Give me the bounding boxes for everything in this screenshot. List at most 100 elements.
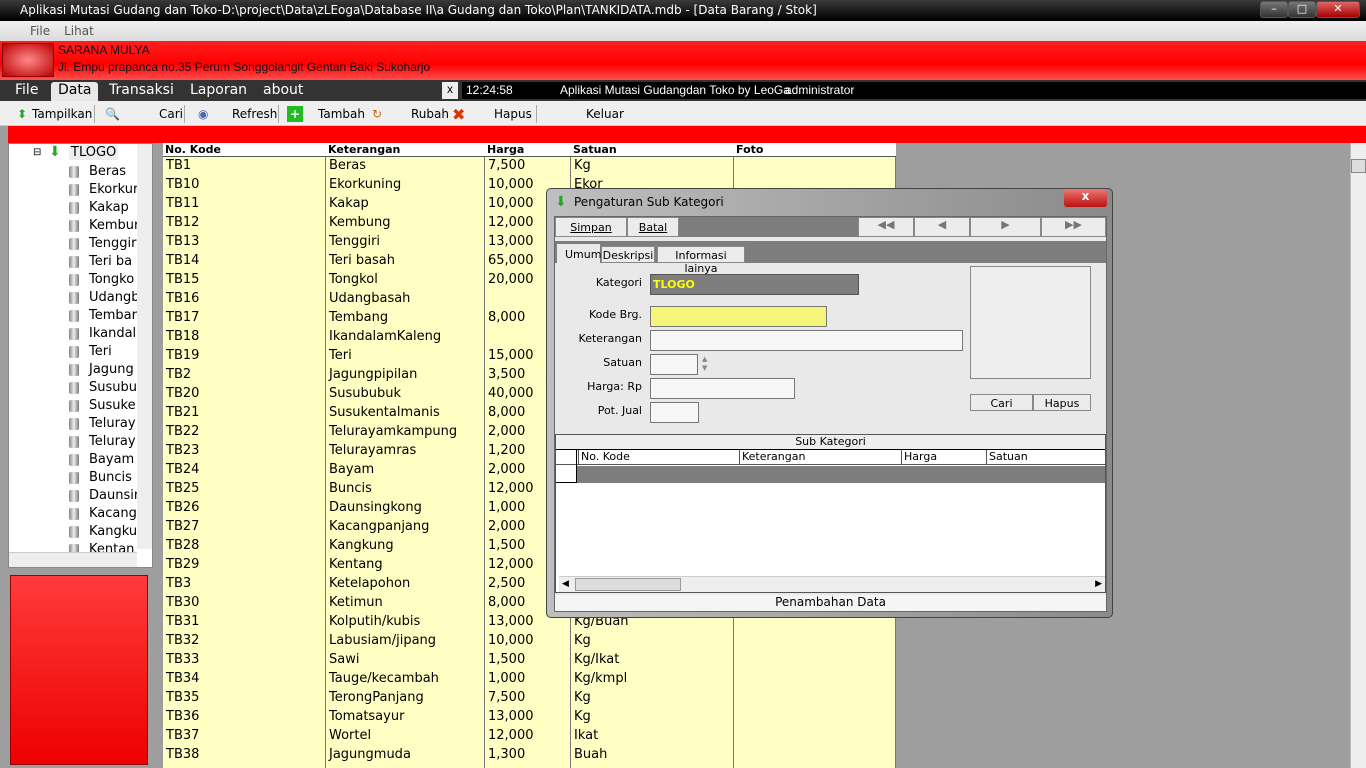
search-icon: 🔍 — [105, 107, 120, 121]
menu-lihat[interactable]: Lihat — [64, 24, 94, 38]
collapse-icon[interactable]: ⊟ — [33, 147, 41, 158]
tree-item[interactable]: Daunsir — [89, 488, 139, 503]
kode-brg-input[interactable] — [650, 306, 827, 327]
menu-file[interactable]: File — [8, 82, 45, 101]
tree-item[interactable]: Ekorkur — [89, 182, 138, 197]
tree-item[interactable]: Tongko — [89, 272, 134, 287]
user-name: administrator — [785, 83, 855, 97]
next-record-button[interactable]: ▶ — [970, 217, 1041, 237]
table-cell: TB15 — [166, 272, 200, 287]
table-cell: 1,300 — [488, 747, 526, 762]
close-button[interactable]: ✕ — [1316, 1, 1360, 18]
simpan-button[interactable]: Simpan — [555, 217, 627, 237]
tree-item[interactable]: Udangb — [89, 290, 139, 305]
table-cell: 10,000 — [488, 196, 534, 211]
harga-input[interactable] — [650, 378, 795, 399]
pot-jual-input[interactable] — [650, 402, 699, 423]
tree-item[interactable]: Jagung — [89, 362, 134, 377]
close-x-button[interactable]: x — [442, 82, 458, 99]
tab-informasi-lainya[interactable]: Informasi lainya — [657, 246, 745, 275]
foto-cari-button[interactable]: Cari — [970, 394, 1033, 411]
table-cell: TB21 — [166, 405, 200, 420]
sub-column-header[interactable]: Keterangan — [739, 450, 901, 465]
category-tree[interactable]: ⊟ ⬇ TLOGO Beras Ekorkur Kakap Kembur Tenggir… — [8, 143, 153, 568]
status-label: Penambahan Data — [555, 595, 1106, 611]
tab-umum[interactable]: Umum — [557, 244, 601, 264]
table-cell: TB2 — [166, 367, 192, 382]
tree-item[interactable]: Teri ba — [89, 254, 132, 269]
table-cell: 2,000 — [488, 424, 526, 439]
table-cell: 8,000 — [488, 595, 526, 610]
tree-item[interactable]: Kakap — [89, 200, 129, 215]
tree-hscrollbar[interactable] — [9, 552, 137, 567]
tree-item[interactable]: Bayam — [89, 452, 134, 467]
table-cell: TB20 — [166, 386, 200, 401]
menu-about[interactable]: about — [256, 82, 310, 101]
table-cell: TB23 — [166, 443, 200, 458]
tree-item[interactable]: Teluray — [89, 416, 136, 431]
sub-column-header[interactable]: Satuan — [986, 450, 1105, 465]
sub-column-header[interactable]: No. Kode — [578, 450, 739, 465]
sub-column-header[interactable]: Harga — [901, 450, 986, 465]
tree-item[interactable]: Susuke — [89, 398, 136, 413]
menu-laporan[interactable]: Laporan — [183, 82, 254, 101]
keterangan-input[interactable] — [650, 330, 963, 351]
rubah-button[interactable]: Rubah — [411, 107, 449, 121]
tree-item[interactable]: Tenggir — [89, 236, 136, 251]
tree-item-icon — [69, 454, 79, 466]
table-cell: Kg/Ikat — [574, 652, 620, 667]
first-record-button[interactable]: ◀◀ — [858, 217, 914, 237]
tree-item-icon — [69, 364, 79, 376]
refresh-button[interactable]: Refresh — [232, 107, 277, 121]
column-header[interactable]: Satuan — [571, 143, 734, 157]
tree-item[interactable]: Ikandal — [89, 326, 136, 341]
tree-item[interactable]: Buncis — [89, 470, 132, 485]
tree-item[interactable]: Kacang — [89, 506, 137, 521]
cari-button[interactable]: Cari — [159, 107, 183, 121]
sub-kategori-grid[interactable]: Sub Kategori No. Kode Keterangan Harga Satu… — [555, 434, 1106, 593]
batal-button[interactable]: Batal — [627, 217, 679, 237]
column-header[interactable]: Keterangan — [326, 143, 485, 157]
tree-item[interactable]: Susubu — [89, 380, 137, 395]
tree-item-icon — [69, 382, 79, 394]
menu-data[interactable]: Data — [51, 82, 99, 101]
menu-file[interactable]: File — [30, 24, 50, 38]
tree-item[interactable]: Teri — [89, 344, 112, 359]
table-cell: TB14 — [166, 253, 200, 268]
table-cell: Buah — [574, 747, 608, 762]
tree-vscrollbar[interactable] — [137, 144, 152, 549]
red-strip — [8, 126, 1366, 143]
satuan-spinner[interactable]: ▲ ▼ — [702, 355, 707, 373]
table-cell: Daunsingkong — [329, 500, 422, 515]
table-cell: TB28 — [166, 538, 200, 553]
menu-transaksi[interactable]: Transaksi — [102, 82, 181, 101]
title-bar: Aplikasi Mutasi Gudang dan Toko-D:\proje… — [0, 0, 1366, 21]
keluar-button[interactable]: Keluar — [586, 107, 624, 121]
tree-item[interactable]: Teluray — [89, 434, 136, 449]
column-header[interactable]: Harga — [485, 143, 571, 157]
grid-vscrollbar[interactable] — [1350, 143, 1366, 768]
tree-item[interactable]: Kembur — [89, 218, 139, 233]
tree-item[interactable]: Beras — [89, 164, 126, 179]
tab-deskripsi[interactable]: Deskripsi — [601, 246, 655, 263]
prev-record-button[interactable]: ◀ — [914, 217, 970, 237]
delete-x-icon: ✖ — [452, 105, 466, 124]
table-cell: Susububuk — [329, 386, 402, 401]
tampilkan-button[interactable]: Tampilkan — [32, 107, 92, 121]
satuan-input[interactable] — [650, 354, 698, 375]
tambah-button[interactable]: Tambah — [318, 107, 365, 121]
dialog-close-button[interactable]: x — [1064, 189, 1107, 207]
table-cell: TB22 — [166, 424, 200, 439]
hapus-button[interactable]: Hapus — [494, 107, 532, 121]
foto-hapus-button[interactable]: Hapus — [1033, 394, 1091, 411]
minimize-button[interactable]: – — [1260, 1, 1288, 18]
maximize-button[interactable]: □ — [1288, 1, 1316, 18]
tree-root[interactable]: TLOGO — [69, 145, 119, 160]
tree-item[interactable]: Tembar — [89, 308, 137, 323]
sub-grid-hscrollbar[interactable]: ◀ ▶ — [559, 576, 1105, 592]
tree-item[interactable]: Kangku — [89, 524, 137, 539]
column-header[interactable]: Foto — [734, 143, 896, 157]
last-record-button[interactable]: ▶▶ — [1041, 217, 1106, 237]
column-header[interactable]: No. Kode — [163, 143, 326, 157]
table-cell: 1,500 — [488, 652, 526, 667]
